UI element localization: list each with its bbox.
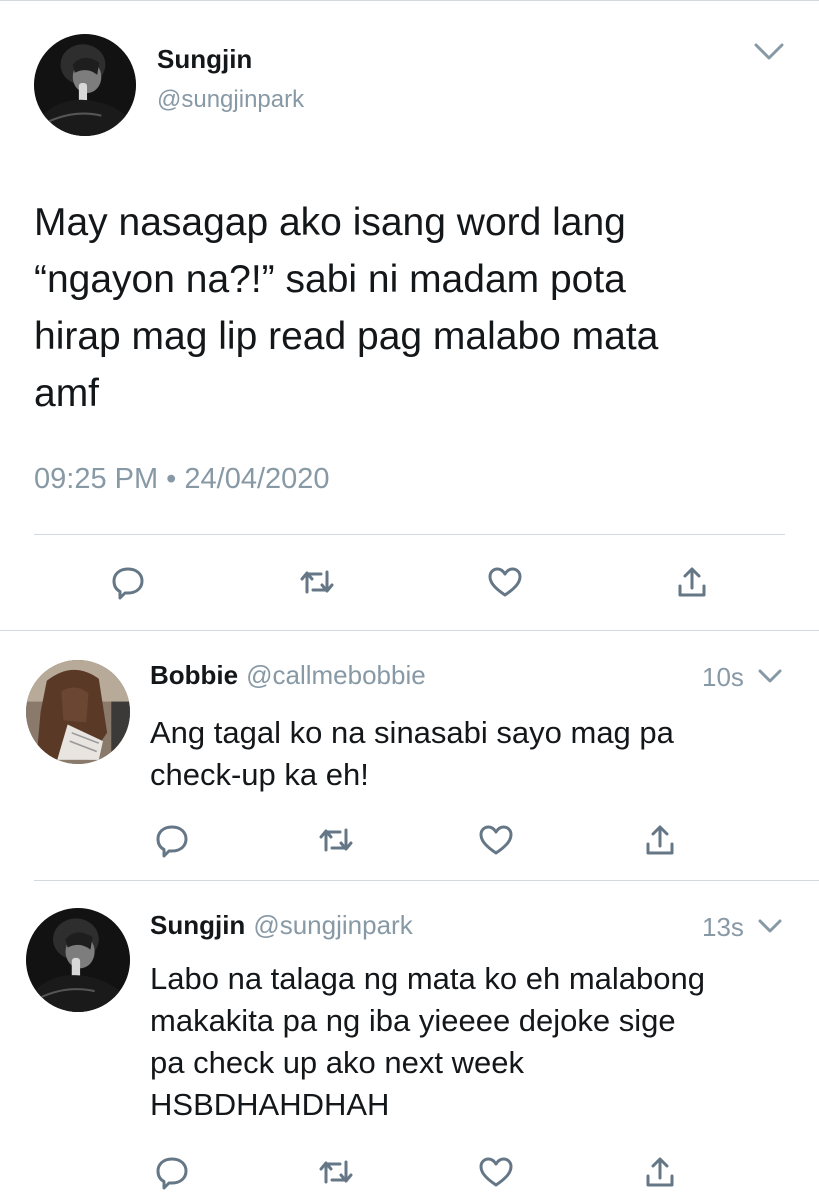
reply-time[interactable]: 10s	[702, 662, 744, 693]
reply-bubble-icon	[112, 567, 144, 600]
share-button[interactable]	[640, 1152, 680, 1192]
tweet-text-line: May nasagap ako isang word lang	[34, 201, 626, 244]
avatar[interactable]	[34, 34, 136, 136]
reply-bubble-icon	[156, 825, 188, 858]
share-button[interactable]	[672, 562, 712, 602]
chevron-down-icon[interactable]	[750, 38, 788, 64]
author-handle[interactable]: @sungjinpark	[157, 86, 304, 114]
retweet-button[interactable]	[316, 820, 356, 860]
reply-text-line: pa check up ako next week	[150, 1045, 524, 1080]
heart-icon	[479, 1157, 513, 1187]
reply-divider	[34, 880, 819, 881]
retweet-button[interactable]	[316, 1152, 356, 1192]
reply-author-handle[interactable]: @callmebobbie	[246, 660, 426, 690]
retweet-button[interactable]	[297, 562, 337, 602]
reply-author-name[interactable]: Sungjin	[150, 910, 245, 940]
reply-author-name[interactable]: Bobbie	[150, 660, 238, 690]
retweet-arrows-icon	[319, 828, 353, 852]
heart-icon	[479, 825, 513, 855]
top-divider	[0, 0, 819, 1]
reply-button[interactable]	[152, 820, 192, 860]
reply-text-line: Labo na talaga ng mata ko eh malabong	[150, 961, 705, 996]
like-button[interactable]	[476, 820, 516, 860]
reply-header: Bobbie @callmebobbie	[150, 660, 426, 691]
tweet-text-line: amf	[34, 372, 100, 415]
avatar-photo	[34, 34, 136, 136]
like-button[interactable]	[476, 1152, 516, 1192]
like-button[interactable]	[485, 562, 525, 602]
tweet-text-line: “ngayon na?!” sabi ni madam pota	[34, 258, 626, 301]
section-divider	[0, 630, 819, 631]
chevron-down-icon[interactable]	[756, 916, 784, 936]
tweet-divider	[34, 534, 785, 535]
tweet-timestamp[interactable]: 09:25 PM • 24/04/2020	[34, 463, 330, 496]
heart-icon	[488, 567, 522, 597]
author-name[interactable]: Sungjin	[157, 44, 252, 75]
reply-text-line: check-up ka eh!	[150, 757, 369, 792]
reply-text-line: makakita pa ng iba yieeee dejoke sige	[150, 1003, 676, 1038]
reply-bubble-icon	[156, 1157, 188, 1190]
avatar[interactable]	[26, 908, 130, 1012]
retweet-arrows-icon	[300, 570, 334, 594]
avatar-photo	[26, 660, 130, 764]
reply-header: Sungjin @sungjinpark	[150, 910, 413, 941]
reply-text-line: Ang tagal ko na sinasabi sayo mag pa	[150, 715, 674, 750]
reply-button[interactable]	[152, 1152, 192, 1192]
avatar[interactable]	[26, 660, 130, 764]
share-upload-icon	[646, 1157, 674, 1187]
chevron-down-icon[interactable]	[756, 666, 784, 686]
retweet-arrows-icon	[319, 1160, 353, 1184]
share-upload-icon	[646, 825, 674, 855]
reply-author-handle[interactable]: @sungjinpark	[253, 910, 412, 940]
tweet-text: May nasagap ako isang word lang “ngayon …	[34, 194, 794, 422]
reply-time[interactable]: 13s	[702, 912, 744, 943]
reply-text: Labo na talaga ng mata ko eh malabong ma…	[150, 958, 790, 1126]
reply-text: Ang tagal ko na sinasabi sayo mag pa che…	[150, 712, 790, 796]
reply-text-line: HSBDHAHDHAH	[150, 1087, 390, 1122]
avatar-photo	[26, 908, 130, 1012]
reply-button[interactable]	[108, 562, 148, 602]
tweet-text-line: hirap mag lip read pag malabo mata	[34, 315, 659, 358]
share-button[interactable]	[640, 820, 680, 860]
share-upload-icon	[678, 567, 706, 597]
